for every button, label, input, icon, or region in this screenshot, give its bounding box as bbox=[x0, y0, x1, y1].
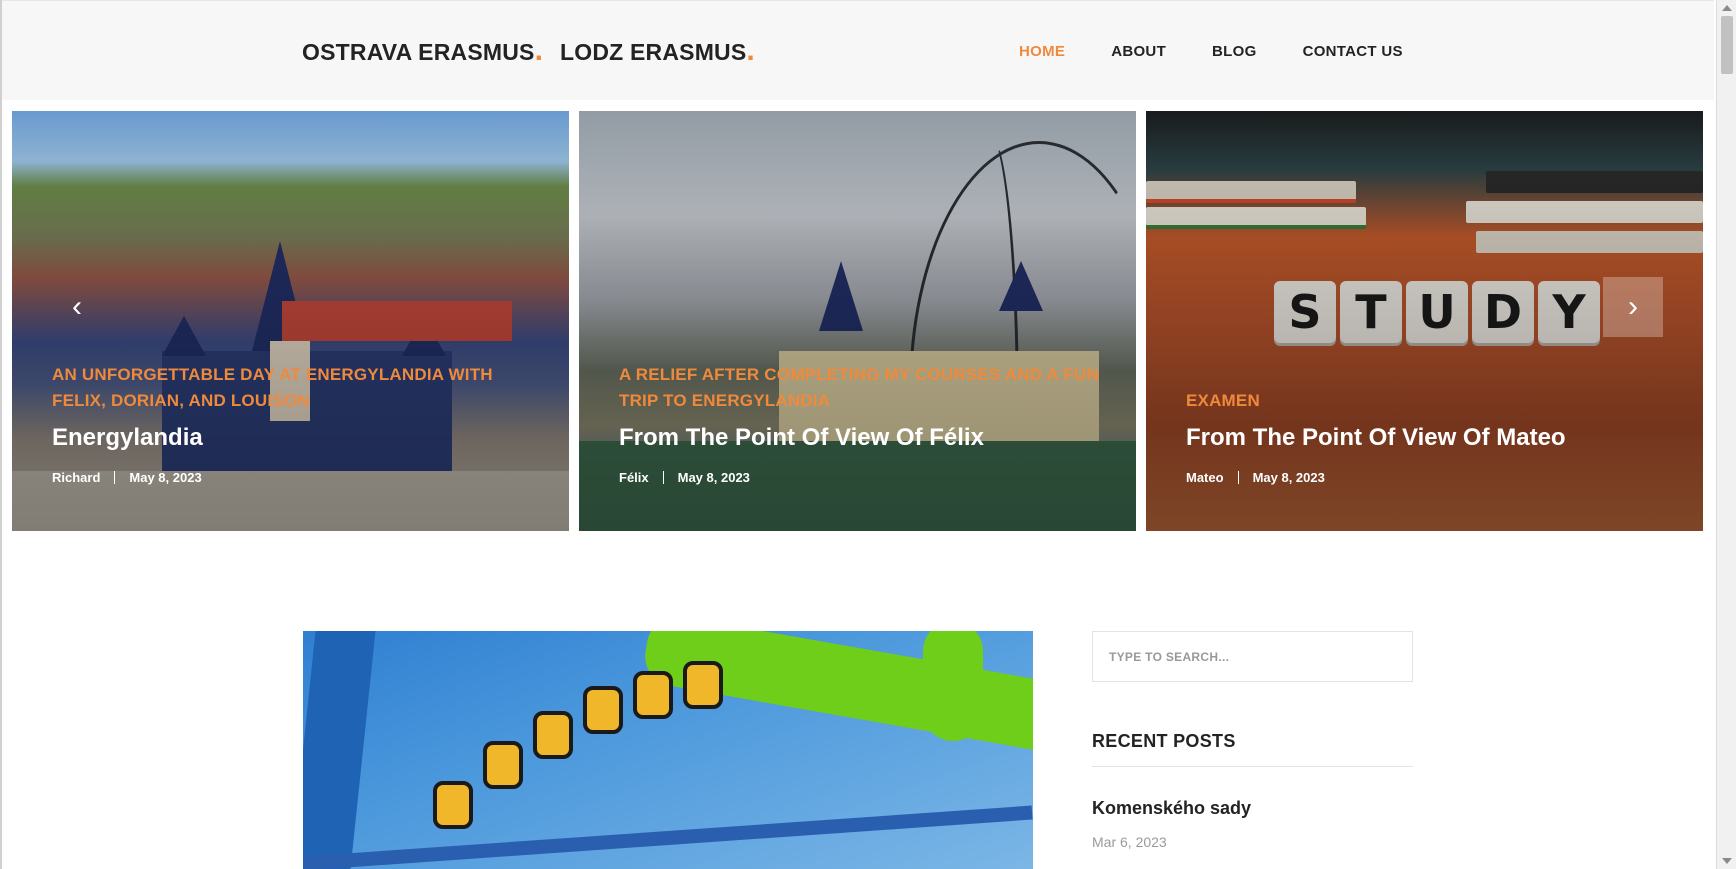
logo-dot: . bbox=[746, 34, 755, 67]
slide-date: May 8, 2023 bbox=[129, 470, 202, 485]
meta-divider bbox=[114, 471, 116, 484]
meta-divider bbox=[662, 471, 664, 484]
recent-post-title[interactable]: Komenského sady bbox=[1092, 798, 1251, 819]
recent-post-date: Mar 6, 2023 bbox=[1092, 834, 1167, 850]
slide-caption: A RELIEF AFTER COMPLETING MY COURSES AND… bbox=[619, 362, 1116, 485]
search-input[interactable] bbox=[1092, 631, 1413, 682]
nav-blog[interactable]: BLOG bbox=[1212, 43, 1257, 60]
scroll-down-icon[interactable] bbox=[1722, 858, 1732, 864]
slide-meta: Richard May 8, 2023 bbox=[52, 470, 549, 485]
nav-contact-us[interactable]: CONTACT US bbox=[1303, 43, 1403, 60]
site-header: OSTRAVA ERASMUS. LODZ ERASMUS. HOME ABOU… bbox=[2, 0, 1714, 100]
slide-author[interactable]: Mateo bbox=[1186, 470, 1224, 485]
scrollbar-thumb[interactable] bbox=[1721, 16, 1733, 74]
logo-text: OSTRAVA ERASMUS bbox=[302, 39, 535, 65]
chevron-left-icon: ‹ bbox=[72, 290, 82, 323]
slide-date: May 8, 2023 bbox=[677, 470, 750, 485]
nav-about[interactable]: ABOUT bbox=[1111, 43, 1166, 60]
slider-prev-button[interactable]: ‹ bbox=[47, 277, 107, 337]
slide-title[interactable]: From The Point Of View Of Mateo bbox=[1186, 424, 1683, 452]
chevron-right-icon: › bbox=[1628, 290, 1638, 323]
divider bbox=[1092, 766, 1413, 767]
logo-ostrava-erasmus[interactable]: OSTRAVA ERASMUS. bbox=[302, 36, 543, 66]
meta-divider bbox=[1237, 471, 1239, 484]
slide-category[interactable]: A RELIEF AFTER COMPLETING MY COURSES AND… bbox=[619, 362, 1116, 414]
logo-text: LODZ ERASMUS bbox=[560, 39, 747, 65]
main-nav: HOME ABOUT BLOG CONTACT US bbox=[1019, 43, 1449, 60]
slide-author[interactable]: Richard bbox=[52, 470, 100, 485]
featured-slider: AN UNFORGETTABLE DAY AT ENERGYLANDIA WIT… bbox=[12, 111, 1703, 531]
slide-caption: EXAMEN From The Point Of View Of Mateo M… bbox=[1186, 388, 1683, 485]
nav-home[interactable]: HOME bbox=[1019, 43, 1065, 60]
slide-date: May 8, 2023 bbox=[1252, 470, 1325, 485]
slide-category[interactable]: AN UNFORGETTABLE DAY AT ENERGYLANDIA WIT… bbox=[52, 362, 549, 414]
slide-meta: Mateo May 8, 2023 bbox=[1186, 470, 1683, 485]
slide-author[interactable]: Félix bbox=[619, 470, 649, 485]
slide-caption: AN UNFORGETTABLE DAY AT ENERGYLANDIA WIT… bbox=[52, 362, 549, 485]
featured-post-image[interactable] bbox=[303, 631, 1033, 869]
logo-dot: . bbox=[534, 34, 544, 67]
scroll-up-icon[interactable] bbox=[1722, 5, 1732, 11]
slider-next-button[interactable]: › bbox=[1603, 277, 1663, 337]
slide-meta: Félix May 8, 2023 bbox=[619, 470, 1116, 485]
slide-title[interactable]: From The Point Of View Of Félix bbox=[619, 424, 1116, 452]
recent-posts-heading: RECENT POSTS bbox=[1092, 731, 1236, 751]
slide-category[interactable]: EXAMEN bbox=[1186, 388, 1683, 414]
slide-title[interactable]: Energylandia bbox=[52, 424, 549, 452]
vertical-scrollbar[interactable] bbox=[1716, 0, 1736, 869]
slide-felix[interactable]: A RELIEF AFTER COMPLETING MY COURSES AND… bbox=[579, 111, 1136, 531]
logo-lodz-erasmus[interactable]: LODZ ERASMUS. bbox=[560, 36, 755, 66]
